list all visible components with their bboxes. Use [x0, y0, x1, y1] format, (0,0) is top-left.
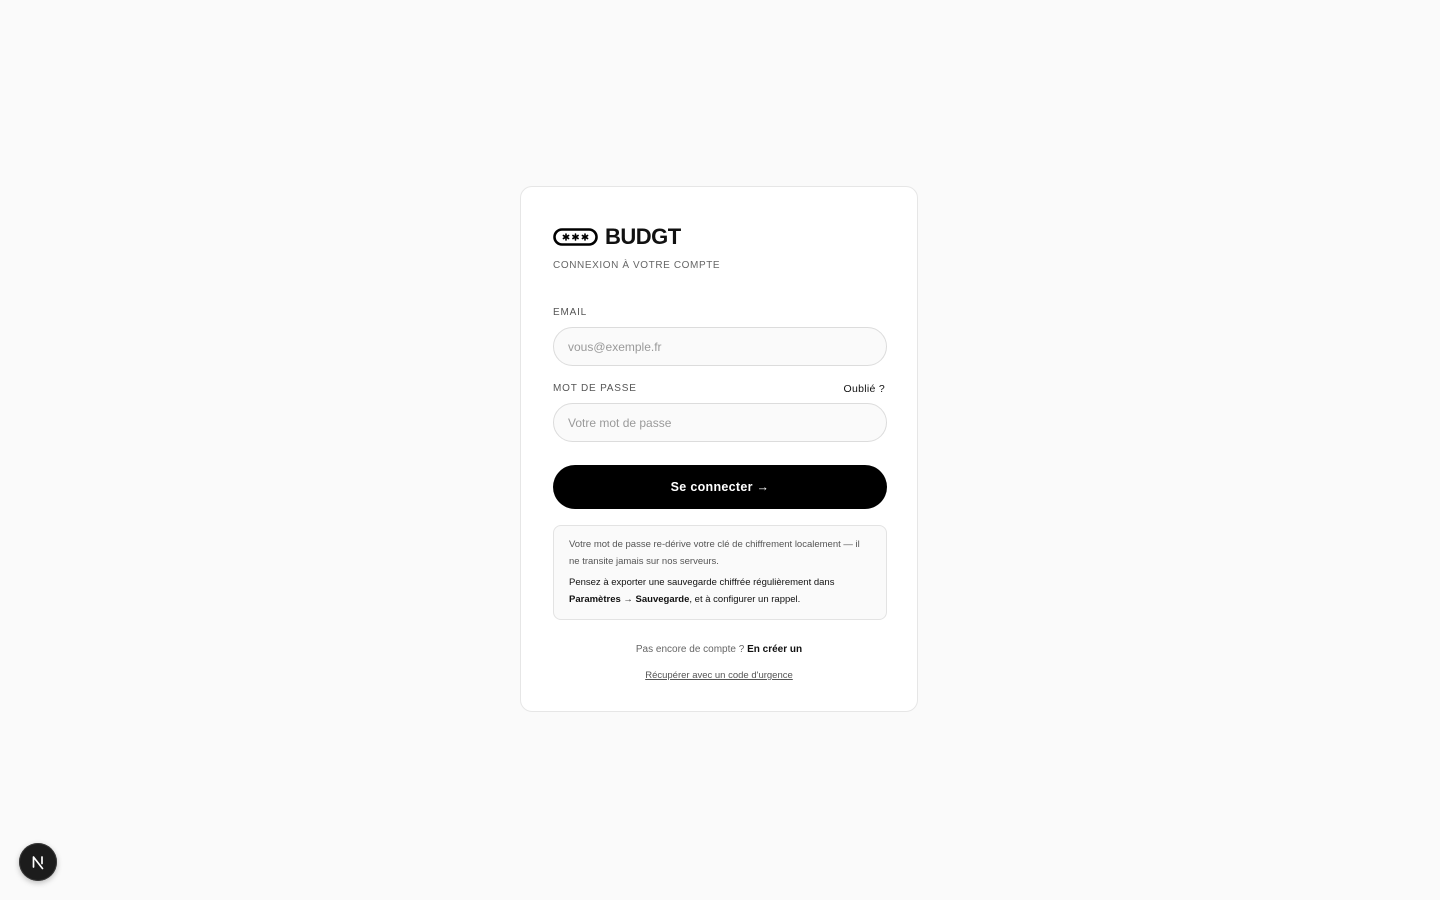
brand-header: BUDGT — [553, 225, 885, 249]
password-label: MOT DE PASSE — [553, 383, 637, 394]
login-button[interactable]: Se connecter → — [553, 465, 887, 509]
email-label: EMAIL — [553, 307, 588, 318]
notice-encryption-text: Votre mot de passe re-dérive votre clé d… — [569, 539, 860, 567]
notice-backup-text: Pensez à exporter une sauvegarde chiffré… — [569, 574, 872, 608]
nextjs-dev-badge[interactable] — [19, 843, 57, 881]
recover-with-emergency-code-link[interactable]: Récupérer avec un code d'urgence — [645, 670, 793, 681]
email-field[interactable] — [553, 327, 887, 366]
notice-backup-suffix: , et à configurer un rappel. — [689, 594, 801, 605]
signup-link[interactable]: En créer un — [747, 644, 802, 655]
notice-backup-prefix: Pensez à exporter une sauvegarde chiffré… — [569, 577, 835, 588]
nextjs-logo-icon — [32, 856, 44, 870]
brand-name: BUDGT — [605, 224, 681, 249]
notice-backup-settings-path: Paramètres → Sauvegarde — [569, 594, 690, 605]
encryption-notice: Votre mot de passe re-dérive votre clé d… — [553, 525, 887, 620]
no-account-text: Pas encore de compte ? — [635, 644, 745, 655]
signup-row: Pas encore de compte ? En créer un — [553, 644, 885, 656]
password-label-row: MOT DE PASSE Oublié ? — [553, 383, 885, 395]
forgot-password-link[interactable]: Oublié ? — [843, 383, 885, 395]
page-subtitle: CONNEXION À VOTRE COMPTE — [553, 260, 721, 271]
password-field[interactable] — [553, 403, 887, 442]
login-card: BUDGT CONNEXION À VOTRE COMPTE EMAIL MOT… — [520, 186, 918, 712]
recover-row: Récupérer avec un code d'urgence — [553, 668, 885, 682]
masked-password-icon — [553, 228, 598, 246]
login-page: BUDGT CONNEXION À VOTRE COMPTE EMAIL MOT… — [0, 0, 1440, 900]
email-label-row: EMAIL — [553, 307, 885, 319]
